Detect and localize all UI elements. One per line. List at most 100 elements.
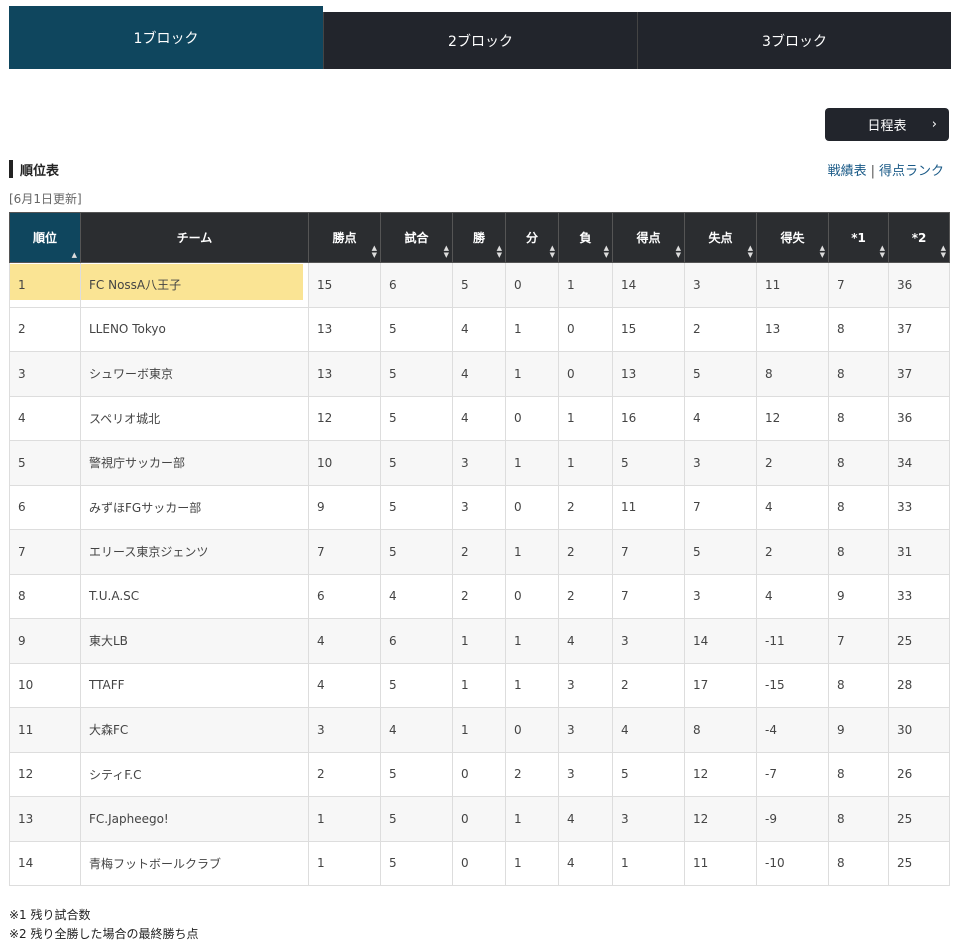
cell-value: 8 [18, 589, 26, 604]
team-cell: FC.Japheego! [80, 796, 309, 842]
stat-cell: -15 [756, 662, 829, 708]
cell-value: 0 [567, 322, 575, 337]
cell-value: FC NossA八王子 [89, 278, 182, 293]
footnotes: ※1 残り試合数 ※2 残り全勝した場合の最終勝ち点 [9, 906, 199, 944]
cell-value: エリース東京ジェンツ [89, 545, 209, 560]
sort-arrows-icon[interactable]: ▲ ▼ [820, 245, 825, 259]
cell-value: 1 [567, 277, 575, 292]
cell-value: 3 [18, 366, 26, 381]
stat-cell: 14 [684, 618, 757, 664]
column-header-0[interactable]: 順位 ▲ [9, 212, 81, 263]
cell-value: 2 [567, 500, 575, 515]
cell-value: 4 [389, 722, 397, 737]
column-header-11[interactable]: *2 ▲ ▼ [888, 212, 950, 263]
stat-cell: 1 [505, 840, 559, 886]
sort-arrows-icon[interactable]: ▲ ▼ [550, 245, 555, 259]
cell-value: シティF.C [89, 767, 142, 782]
stat-cell: 4 [756, 573, 829, 619]
stat-cell: 1 [558, 262, 613, 308]
record-table-link[interactable]: 戦績表 [828, 164, 867, 179]
stat-cell: 4 [612, 707, 685, 753]
column-header-label: 勝点 [332, 231, 357, 245]
stat-cell: 31 [888, 529, 950, 575]
team-cell: TTAFF [80, 662, 309, 708]
table-body: 1 FC NossA八王子 15 6 5 0 1 14 3 11 7 36 2 LLENO Tokyo 13… [9, 262, 950, 886]
rank-cell: 13 [9, 796, 81, 842]
cell-value: 6 [317, 589, 325, 604]
stat-cell: 30 [888, 707, 950, 753]
page-title: 順位表 [20, 163, 60, 179]
column-header-2[interactable]: 勝点 ▲ ▼ [308, 212, 381, 263]
cell-value: -10 [765, 856, 785, 871]
cell-value: 青梅フットボールクラブ [89, 856, 222, 871]
rank-cell: 5 [9, 440, 81, 486]
column-header-label: 得点 [636, 231, 661, 245]
rank-cell: 2 [9, 306, 81, 352]
stat-cell: 1 [505, 618, 559, 664]
team-cell: スペリオ城北 [80, 395, 309, 441]
sort-arrows-icon[interactable]: ▲ ▼ [941, 245, 946, 259]
tab-block-2[interactable]: 2ブロック [323, 12, 637, 69]
cell-value: 12 [693, 811, 709, 826]
cell-value: 11 [621, 500, 637, 515]
cell-value: 30 [897, 722, 913, 737]
cell-value: 25 [897, 633, 913, 648]
rank-cell: 6 [9, 484, 81, 530]
cell-value: 1 [514, 856, 522, 871]
cell-value: 1 [621, 856, 629, 871]
stat-cell: 0 [505, 262, 559, 308]
cell-value: 5 [389, 322, 397, 337]
scorer-ranking-link[interactable]: 得点ランク [879, 164, 944, 179]
stat-cell: 8 [828, 662, 889, 708]
sort-arrows-icon[interactable]: ▲ ▼ [748, 245, 753, 259]
sort-arrows-icon[interactable]: ▲ ▼ [676, 245, 681, 259]
cell-value: 3 [461, 500, 469, 515]
sort-arrows-icon[interactable]: ▲ [72, 252, 77, 259]
team-cell: T.U.A.SC [80, 573, 309, 619]
schedule-button[interactable]: 日程表 › [825, 108, 949, 141]
tab-block-1[interactable]: 1ブロック [9, 6, 323, 69]
sort-arrows-icon[interactable]: ▲ ▼ [372, 245, 377, 259]
stat-cell: 1 [505, 662, 559, 708]
sort-arrows-icon[interactable]: ▲ ▼ [444, 245, 449, 259]
stat-cell: 7 [684, 484, 757, 530]
column-header-3[interactable]: 試合 ▲ ▼ [380, 212, 453, 263]
stat-cell: 6 [380, 262, 453, 308]
stat-cell: 8 [828, 351, 889, 397]
team-cell: みずほFGサッカー部 [80, 484, 309, 530]
sort-arrows-icon[interactable]: ▲ ▼ [604, 245, 609, 259]
cell-value: 8 [837, 767, 845, 782]
stat-cell: 5 [380, 440, 453, 486]
sort-arrows-icon[interactable]: ▲ ▼ [880, 245, 885, 259]
column-header-6[interactable]: 負 ▲ ▼ [558, 212, 613, 263]
cell-value: 0 [514, 411, 522, 426]
column-header-label: 勝 [472, 231, 485, 245]
stat-cell: 4 [380, 573, 453, 619]
column-header-8[interactable]: 失点 ▲ ▼ [684, 212, 757, 263]
column-header-10[interactable]: *1 ▲ ▼ [828, 212, 889, 263]
cell-value: 15 [317, 277, 333, 292]
column-header-4[interactable]: 勝 ▲ ▼ [452, 212, 506, 263]
stat-cell: 10 [308, 440, 381, 486]
cell-value: 5 [621, 767, 629, 782]
table-row: 1 FC NossA八王子 15 6 5 0 1 14 3 11 7 36 [9, 262, 950, 308]
tab-block-3[interactable]: 3ブロック [637, 12, 951, 69]
cell-value: 34 [897, 455, 913, 470]
stat-cell: 33 [888, 484, 950, 530]
column-header-5[interactable]: 分 ▲ ▼ [505, 212, 559, 263]
cell-value: 1 [18, 277, 26, 292]
column-header-9[interactable]: 得失 ▲ ▼ [756, 212, 829, 263]
column-header-7[interactable]: 得点 ▲ ▼ [612, 212, 685, 263]
table-row: 9 東大LB 4 6 1 1 4 3 14 -11 7 25 [9, 618, 950, 664]
cell-value: -11 [765, 633, 785, 648]
rank-cell: 12 [9, 751, 81, 797]
cell-value: 5 [18, 455, 26, 470]
cell-value: 大森FC [89, 723, 129, 738]
sort-arrows-icon[interactable]: ▲ ▼ [497, 245, 502, 259]
stat-cell: 15 [308, 262, 381, 308]
cell-value: シュワーボ東京 [89, 367, 174, 382]
stat-cell: 8 [828, 796, 889, 842]
cell-value: 8 [765, 366, 773, 381]
stat-cell: 2 [756, 440, 829, 486]
cell-value: 5 [693, 366, 701, 381]
